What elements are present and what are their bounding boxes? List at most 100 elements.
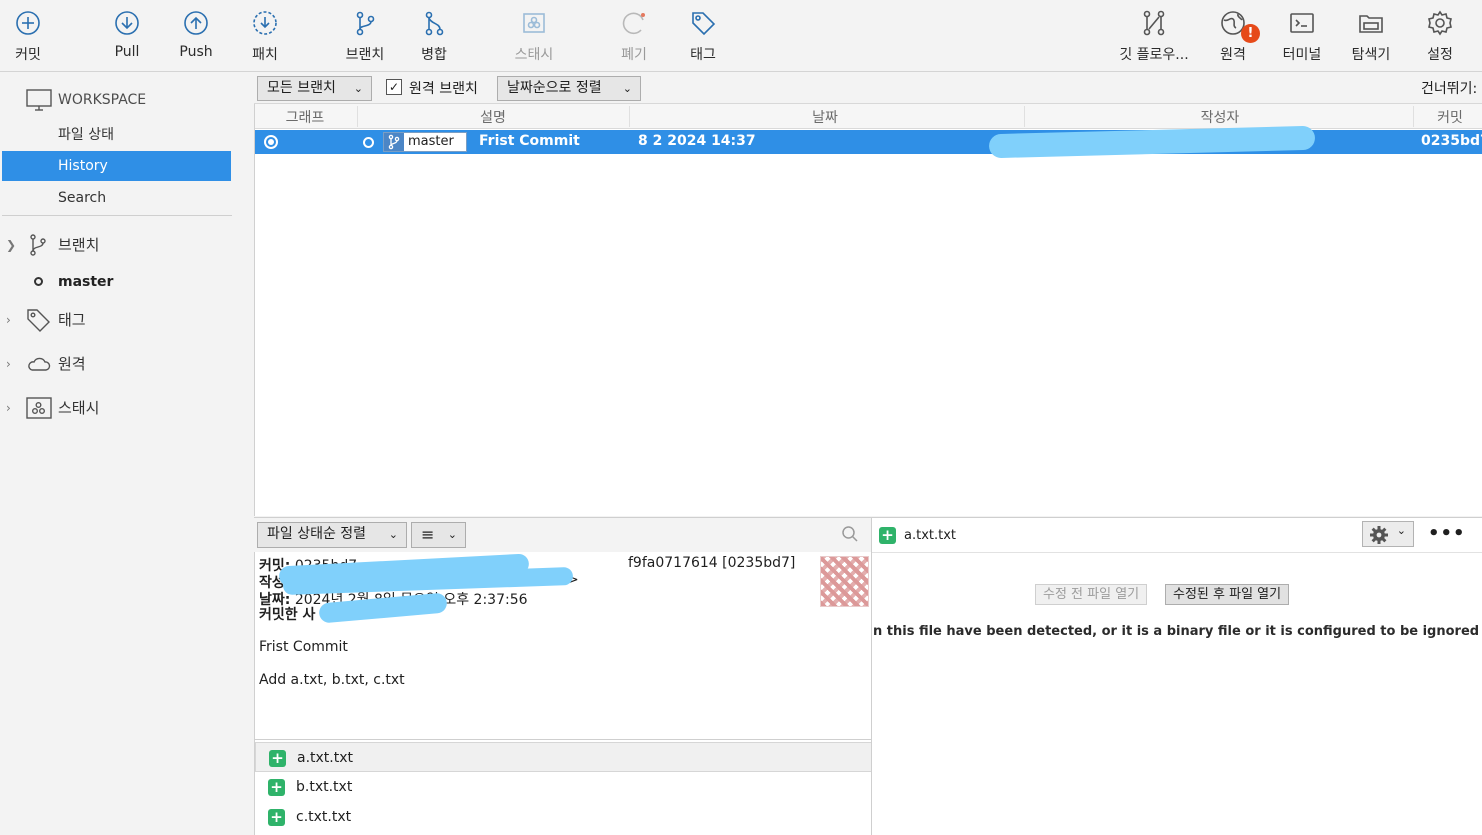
diff-file-name: a.txt.txt (904, 528, 957, 543)
open-after-file-button[interactable]: 수정된 후 파일 열기 (1165, 584, 1290, 605)
commit-details: 커밋: 0235bd7 f9fa0717614 [0235bd7] 작성 > 날… (254, 552, 871, 739)
explorer-label: 탐색기 (1351, 47, 1391, 63)
branches-label: 브랜치 (58, 236, 100, 254)
commit-node-icon (363, 137, 374, 148)
monitor-icon (26, 89, 52, 111)
discard-icon (622, 12, 645, 35)
explorer-button[interactable]: 탐색기 (1333, 8, 1409, 68)
file-name: c.txt.txt (296, 809, 352, 825)
current-branch-icon (34, 277, 43, 286)
detail-committer: 커밋한 사 (259, 604, 315, 624)
redaction-mark (988, 125, 1316, 159)
file-name: b.txt.txt (296, 779, 353, 795)
sidebar-item-label: Search (58, 190, 107, 206)
chevron-right-icon: › (6, 401, 11, 415)
branch-icon (356, 11, 375, 36)
chevron-down-icon: ⌄ (353, 82, 363, 95)
column-author[interactable]: 작성자 (1185, 107, 1255, 127)
stashes-label: 스태시 (58, 399, 100, 417)
column-divider[interactable] (1024, 106, 1025, 127)
sidebar-divider (2, 215, 232, 216)
discard-button[interactable]: 폐기 (596, 8, 672, 68)
plus-circle-icon (16, 11, 40, 35)
search-icon[interactable] (841, 525, 859, 543)
branch-tag: master (383, 132, 467, 152)
open-before-file-button[interactable]: 수정 전 파일 열기 (1035, 584, 1148, 605)
sidebar-section-branches[interactable]: ❯ 브랜치 (6, 231, 126, 259)
git-flow-button[interactable]: 깃 플로우... (1116, 8, 1192, 68)
file-name: a.txt.txt (297, 750, 354, 766)
merge-label: 병합 (421, 47, 447, 63)
commit-button[interactable]: 커밋 (0, 8, 66, 68)
file-added-icon: + (268, 809, 285, 826)
sidebar-section-tags[interactable]: › 태그 (6, 306, 126, 334)
stash-button[interactable]: 스태시 (496, 8, 572, 68)
push-label: Push (179, 44, 213, 60)
chevron-right-icon: › (6, 357, 11, 371)
diff-options-dropdown[interactable]: ⌄ (1362, 521, 1414, 547)
tag-button[interactable]: 태그 (665, 8, 741, 68)
detail-committer-label: 커밋한 사 (259, 607, 316, 623)
commit-description: Frist Commit (479, 133, 580, 149)
branch-icon (384, 133, 404, 151)
view-mode-dropdown[interactable]: ≡ ⌄ (411, 522, 466, 548)
branch-filter-value: 모든 브랜치 (267, 80, 336, 96)
chevron-down-icon: ⌄ (1396, 524, 1406, 537)
file-row[interactable]: + b.txt.txt (255, 772, 872, 802)
commit-label: 커밋 (15, 47, 41, 63)
remote-branches-label: 원격 브랜치 (409, 81, 478, 97)
branch-name: master (58, 274, 114, 290)
sidebar-section-remotes[interactable]: › 원격 (6, 350, 126, 378)
file-added-icon: + (269, 750, 286, 767)
chevron-down-icon: ⌄ (388, 528, 398, 541)
sidebar-item-search[interactable]: Search (2, 183, 231, 213)
terminal-label: 터미널 (1282, 47, 1322, 63)
branch-button[interactable]: 브랜치 (327, 8, 403, 68)
branch-label: 브랜치 (345, 47, 385, 63)
sidebar-item-label: 파일 상태 (58, 127, 114, 143)
chevron-down-icon: ❯ (6, 238, 17, 252)
file-added-icon: + (268, 779, 285, 796)
sidebar-item-history[interactable]: History (2, 151, 231, 181)
column-divider[interactable] (629, 106, 630, 127)
column-divider[interactable] (357, 106, 358, 127)
remote-branches-checkbox[interactable]: ✓ (386, 79, 402, 95)
commit-row[interactable]: master Frist Commit 8 2 2024 14:37 0235b… (255, 125, 1482, 159)
file-row[interactable]: + c.txt.txt (255, 802, 872, 832)
terminal-button[interactable]: 터미널 (1264, 8, 1340, 68)
diff-pane: + a.txt.txt ⌄ ••• 수정 전 파일 열기 수정된 후 파일 열기… (871, 517, 1482, 835)
column-commit[interactable]: 커밋 (1425, 107, 1475, 127)
folder-icon (1359, 15, 1383, 33)
sidebar-item-file-status[interactable]: 파일 상태 (2, 120, 231, 150)
file-sort-dropdown[interactable]: 파일 상태순 정렬 ⌄ (257, 522, 407, 548)
file-added-icon: + (879, 527, 896, 544)
commit-hash: 0235bd7 (1421, 133, 1482, 149)
sort-dropdown[interactable]: 날짜순으로 정렬 ⌄ (497, 76, 641, 101)
commit-date: 8 2 2024 14:37 (638, 133, 756, 149)
column-divider[interactable] (1413, 106, 1414, 127)
branch-filter-dropdown[interactable]: 모든 브랜치 ⌄ (257, 76, 372, 101)
settings-button[interactable]: 설정 (1402, 8, 1478, 68)
sidebar: WORKSPACE 파일 상태 History Search ❯ 브랜치 mas… (0, 73, 254, 835)
column-date[interactable]: 날짜 (795, 107, 855, 127)
column-description[interactable]: 설명 (465, 107, 521, 127)
diff-message: n this file have been detected, or it is… (873, 624, 1482, 639)
file-row[interactable]: + a.txt.txt (255, 742, 872, 772)
commit-message-title: Frist Commit (259, 639, 348, 655)
gear-icon (1428, 10, 1452, 36)
chevron-down-icon: ⌄ (447, 528, 457, 541)
merge-icon (425, 11, 444, 36)
git-flow-icon (1143, 10, 1165, 36)
sidebar-section-stashes[interactable]: › 스태시 (6, 394, 126, 422)
cloud-icon (28, 357, 51, 371)
push-button[interactable]: Push (158, 8, 234, 68)
patch-button[interactable]: 패치 (227, 8, 303, 68)
pull-button[interactable]: Pull (89, 8, 165, 68)
remotes-label: 원격 (58, 355, 86, 373)
column-graph[interactable]: 그래프 (283, 107, 327, 127)
gear-icon (1370, 526, 1388, 544)
more-options-icon[interactable]: ••• (1428, 523, 1466, 544)
remote-button[interactable]: ! 원격 (1195, 8, 1271, 68)
merge-button[interactable]: 병합 (396, 8, 472, 68)
commit-message-body: Add a.txt, b.txt, c.txt (259, 672, 405, 688)
